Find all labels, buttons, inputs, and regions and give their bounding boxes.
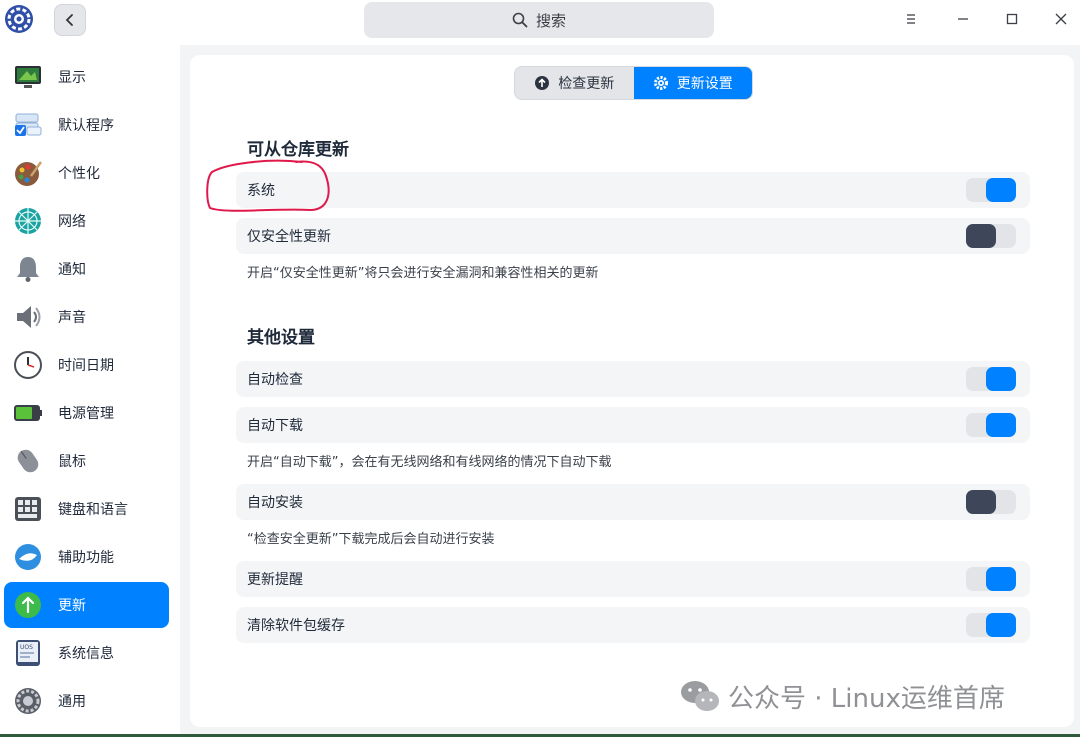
search-placeholder: 搜索 bbox=[535, 11, 566, 30]
monitor-icon bbox=[12, 61, 44, 93]
other-section-title: 其他设置 bbox=[247, 328, 315, 348]
sidebar-item-mouse[interactable]: 鼠标 bbox=[4, 438, 169, 484]
auto-install-switch[interactable] bbox=[966, 490, 1016, 514]
maximize-icon bbox=[1006, 13, 1018, 25]
sidebar-item-label: 电源管理 bbox=[58, 406, 114, 422]
sidebar-item-label: 网络 bbox=[58, 214, 86, 230]
arrow-up-circle-icon bbox=[535, 76, 550, 90]
system-update-label: 系统 bbox=[247, 183, 275, 199]
bell-icon bbox=[12, 253, 44, 285]
auto-download-switch[interactable] bbox=[966, 413, 1016, 437]
sidebar-item-power[interactable]: 电源管理 bbox=[4, 390, 169, 436]
auto-download-row: 自动下载 bbox=[236, 407, 1030, 443]
auto-check-switch[interactable] bbox=[966, 367, 1016, 391]
sidebar-item-label: 更新 bbox=[58, 598, 86, 614]
tab-update-settings[interactable]: 更新设置 bbox=[633, 67, 752, 99]
annotation-circle bbox=[206, 159, 330, 212]
sidebar-item-label: 时间日期 bbox=[58, 358, 114, 374]
tab-check-updates[interactable]: 检查更新 bbox=[515, 67, 634, 99]
minimize-button[interactable] bbox=[950, 6, 976, 32]
sidebar-item-default-apps[interactable]: 默认程序 bbox=[4, 102, 169, 148]
title-bar: 搜索 bbox=[0, 0, 1080, 45]
sidebar-item-general[interactable]: 通用 bbox=[4, 678, 169, 724]
security-only-switch[interactable] bbox=[966, 224, 1016, 248]
network-icon bbox=[12, 205, 44, 237]
sidebar-item-label: 声音 bbox=[58, 310, 86, 326]
tab-check-updates-label: 检查更新 bbox=[558, 76, 615, 92]
update-settings-panel: 检查更新 更新设置 可从仓库更新 系统 仅安全性更新 开启“仅安全性更新”将只会… bbox=[190, 55, 1074, 727]
close-icon bbox=[1055, 13, 1067, 25]
sidebar-item-label: 默认程序 bbox=[58, 118, 114, 134]
watermark: 公众号 · Linux运维首席 bbox=[680, 676, 1005, 716]
sidebar-item-sound[interactable]: 声音 bbox=[4, 294, 169, 340]
update-reminder-switch[interactable] bbox=[966, 567, 1016, 591]
gear-icon bbox=[12, 685, 44, 717]
sidebar-item-network[interactable]: 网络 bbox=[4, 198, 169, 244]
clear-cache-row: 清除软件包缓存 bbox=[236, 607, 1030, 643]
sidebar-item-label: 系统信息 bbox=[58, 646, 114, 662]
sidebar-item-notifications[interactable]: 通知 bbox=[4, 246, 169, 292]
sidebar-item-label: 个性化 bbox=[58, 166, 100, 182]
auto-download-hint: 开启“自动下载”，会在有无线网络和有线网络的情况下自动下载 bbox=[247, 455, 612, 470]
clear-cache-label: 清除软件包缓存 bbox=[247, 618, 345, 634]
system-info-icon: UOS bbox=[12, 637, 44, 669]
clear-cache-switch[interactable] bbox=[966, 613, 1016, 637]
minimize-icon bbox=[958, 18, 968, 20]
maximize-button[interactable] bbox=[999, 6, 1025, 32]
security-only-row: 仅安全性更新 bbox=[236, 218, 1030, 254]
system-update-row: 系统 bbox=[236, 172, 1030, 208]
sidebar-item-personalization[interactable]: 个性化 bbox=[4, 150, 169, 196]
sidebar-item-label: 显示 bbox=[58, 70, 86, 86]
control-center-logo-icon bbox=[4, 4, 34, 34]
menu-button[interactable] bbox=[898, 6, 924, 32]
sidebar-item-label: 鼠标 bbox=[58, 454, 86, 470]
auto-check-row: 自动检查 bbox=[236, 361, 1030, 397]
search-input[interactable]: 搜索 bbox=[364, 2, 714, 38]
update-reminder-label: 更新提醒 bbox=[247, 572, 303, 588]
speaker-icon bbox=[12, 301, 44, 333]
sidebar: 显示 默认程序 个性化 网络 通知 声音 时间日期 电源管理 鼠标 键盘和语言 … bbox=[0, 45, 180, 737]
update-tabs: 检查更新 更新设置 bbox=[514, 66, 753, 100]
system-update-switch[interactable] bbox=[966, 178, 1016, 202]
sidebar-item-label: 通用 bbox=[58, 694, 86, 710]
sidebar-item-label: 键盘和语言 bbox=[58, 502, 128, 518]
close-button[interactable] bbox=[1048, 6, 1074, 32]
palette-icon bbox=[12, 157, 44, 189]
auto-download-label: 自动下载 bbox=[247, 418, 303, 434]
sidebar-item-label: 通知 bbox=[58, 262, 86, 278]
svg-text:UOS: UOS bbox=[20, 644, 33, 651]
sidebar-item-display[interactable]: 显示 bbox=[4, 54, 169, 100]
auto-check-label: 自动检查 bbox=[247, 372, 303, 388]
mouse-icon bbox=[12, 445, 44, 477]
default-apps-icon bbox=[12, 109, 44, 141]
watermark-text: 公众号 · Linux运维首席 bbox=[728, 683, 1005, 714]
settings-gear-icon bbox=[653, 76, 668, 90]
sidebar-item-accessibility[interactable]: 辅助功能 bbox=[4, 534, 169, 580]
chevron-left-icon bbox=[65, 14, 73, 26]
accessibility-icon bbox=[12, 541, 44, 573]
auto-install-hint: “检查安全更新”下载完成后会自动进行安装 bbox=[247, 532, 495, 547]
back-button[interactable] bbox=[54, 4, 86, 36]
sidebar-item-datetime[interactable]: 时间日期 bbox=[4, 342, 169, 388]
security-only-hint: 开启“仅安全性更新”将只会进行安全漏洞和兼容性相关的更新 bbox=[247, 266, 599, 281]
battery-icon bbox=[12, 397, 44, 429]
keyboard-icon bbox=[12, 493, 44, 525]
sidebar-item-label: 辅助功能 bbox=[58, 550, 114, 566]
search-icon bbox=[512, 12, 528, 28]
update-arrow-icon bbox=[12, 589, 44, 621]
repo-section-title: 可从仓库更新 bbox=[247, 140, 349, 160]
update-reminder-row: 更新提醒 bbox=[236, 561, 1030, 597]
auto-install-label: 自动安装 bbox=[247, 495, 303, 511]
auto-install-row: 自动安装 bbox=[236, 484, 1030, 520]
tab-update-settings-label: 更新设置 bbox=[676, 76, 733, 92]
wechat-icon bbox=[681, 681, 719, 711]
sidebar-item-system-info[interactable]: UOS 系统信息 bbox=[4, 630, 169, 676]
clock-icon bbox=[12, 349, 44, 381]
security-only-label: 仅安全性更新 bbox=[247, 229, 331, 245]
sidebar-item-update[interactable]: 更新 bbox=[4, 582, 169, 628]
sidebar-item-keyboard[interactable]: 键盘和语言 bbox=[4, 486, 169, 532]
hamburger-menu-icon bbox=[907, 14, 915, 24]
